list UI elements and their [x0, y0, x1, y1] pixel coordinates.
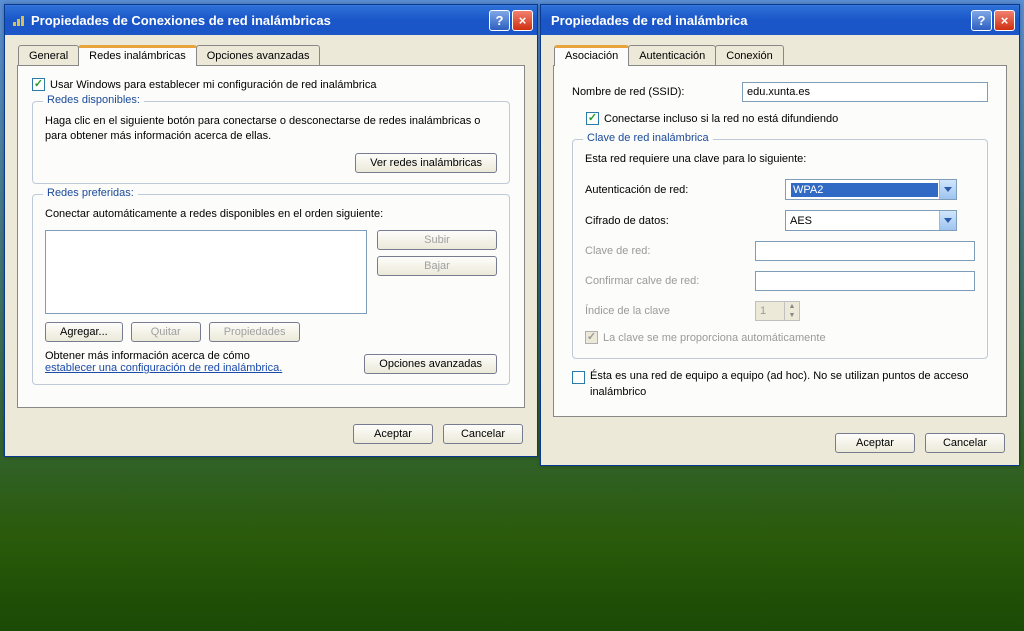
confirm-key-input: [755, 271, 975, 291]
tab-advanced[interactable]: Opciones avanzadas: [196, 45, 321, 65]
preferred-desc: Conectar automáticamente a redes disponi…: [45, 207, 497, 222]
enc-value: AES: [790, 215, 939, 227]
ssid-label: Nombre de red (SSID):: [572, 86, 742, 98]
adhoc-checkbox[interactable]: [572, 371, 585, 384]
tab-authentication[interactable]: Autenticación: [628, 45, 716, 65]
window-title: Propiedades de red inalámbrica: [547, 13, 971, 28]
advanced-options-button[interactable]: Opciones avanzadas: [364, 354, 497, 374]
spin-down-icon: ▼: [784, 311, 799, 320]
learn-text: Obtener más información acerca de cómo e…: [45, 350, 282, 374]
key-legend: Clave de red inalámbrica: [583, 132, 713, 144]
add-button[interactable]: Agregar...: [45, 322, 123, 342]
key-index-spinner: ▲▼: [755, 301, 800, 321]
tab-general[interactable]: General: [18, 45, 79, 65]
titlebar: Propiedades de Conexiones de red inalámb…: [5, 5, 537, 35]
adhoc-label: Ésta es una red de equipo a equipo (ad h…: [590, 369, 988, 400]
ssid-input[interactable]: [742, 82, 988, 102]
move-up-button[interactable]: Subir: [377, 230, 497, 250]
preferred-listbox[interactable]: [45, 230, 367, 314]
preferred-legend: Redes preferidas:: [43, 187, 138, 199]
network-key-input: [755, 241, 975, 261]
help-button[interactable]: ?: [971, 10, 992, 31]
wireless-icon: [11, 12, 27, 28]
spin-up-icon: ▲: [784, 302, 799, 311]
view-networks-button[interactable]: Ver redes inalámbricas: [355, 153, 497, 173]
close-button[interactable]: ×: [994, 10, 1015, 31]
network-key-label: Clave de red:: [585, 245, 755, 257]
window-title: Propiedades de Conexiones de red inalámb…: [31, 13, 489, 28]
titlebar: Propiedades de red inalámbrica ? ×: [541, 5, 1019, 35]
key-index-value: [756, 302, 784, 320]
available-legend: Redes disponibles:: [43, 94, 144, 106]
tab-association[interactable]: Asociación: [554, 45, 629, 66]
learn-link[interactable]: establecer una configuración de red inal…: [45, 362, 282, 374]
data-encryption-select[interactable]: AES: [785, 210, 957, 231]
use-windows-checkbox[interactable]: [32, 78, 45, 91]
key-index-label: Índice de la clave: [585, 305, 755, 317]
tab-wireless[interactable]: Redes inalámbricas: [78, 45, 197, 66]
preferred-networks-group: Redes preferidas: Conectar automáticamen…: [32, 194, 510, 385]
use-windows-label: Usar Windows para establecer mi configur…: [50, 79, 376, 91]
confirm-key-label: Confirmar calve de red:: [585, 275, 755, 287]
connect-nonbroadcast-checkbox[interactable]: [586, 112, 599, 125]
chevron-down-icon: [939, 180, 956, 199]
available-networks-group: Redes disponibles: Haga clic en el sigui…: [32, 101, 510, 184]
tabstrip: Asociación Autenticación Conexión: [553, 45, 1007, 66]
wireless-key-group: Clave de red inalámbrica Esta red requie…: [572, 139, 988, 359]
auto-key-label: La clave se me proporciona automáticamen…: [603, 332, 826, 344]
available-desc: Haga clic en el siguiente botón para con…: [45, 114, 497, 145]
enc-label: Cifrado de datos:: [585, 215, 785, 227]
properties-button[interactable]: Propiedades: [209, 322, 301, 342]
close-button[interactable]: ×: [512, 10, 533, 31]
cancel-button[interactable]: Cancelar: [925, 433, 1005, 453]
remove-button[interactable]: Quitar: [131, 322, 201, 342]
tabstrip: General Redes inalámbricas Opciones avan…: [17, 45, 525, 66]
connect-nonbroadcast-label: Conectarse incluso si la red no está dif…: [604, 113, 838, 125]
ok-button[interactable]: Aceptar: [353, 424, 433, 444]
ok-button[interactable]: Aceptar: [835, 433, 915, 453]
auth-value: WPA2: [791, 183, 938, 197]
tab-connection[interactable]: Conexión: [715, 45, 783, 65]
network-auth-select[interactable]: WPA2: [785, 179, 957, 200]
key-desc: Esta red requiere una clave para lo sigu…: [585, 152, 975, 167]
chevron-down-icon: [939, 211, 956, 230]
cancel-button[interactable]: Cancelar: [443, 424, 523, 444]
move-down-button[interactable]: Bajar: [377, 256, 497, 276]
help-button[interactable]: ?: [489, 10, 510, 31]
auth-label: Autenticación de red:: [585, 184, 785, 196]
auto-key-checkbox: [585, 331, 598, 344]
